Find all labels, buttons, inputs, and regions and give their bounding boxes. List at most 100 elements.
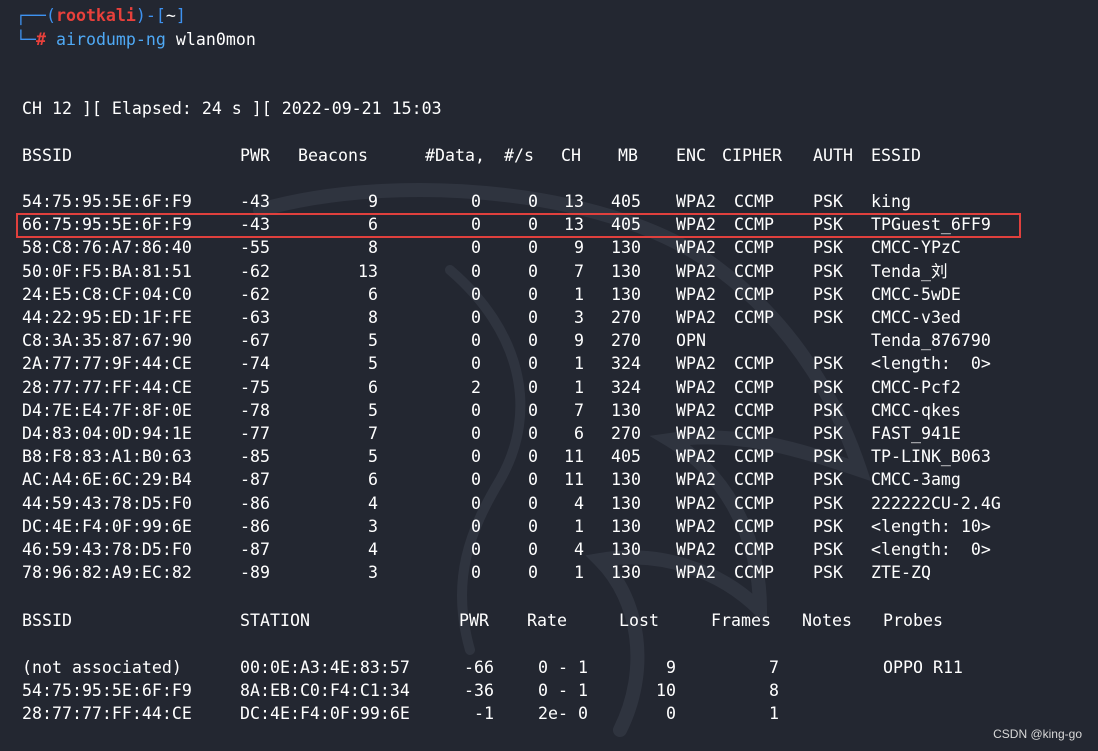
ap-cell-mb: 130 <box>611 261 641 281</box>
station-header-bssid: BSSID <box>22 611 72 630</box>
ap-cell-pwr: -63 <box>240 308 270 327</box>
ap-cell-cipher: CCMP <box>734 238 774 258</box>
ap-cell-beacons: 4 <box>368 493 378 513</box>
ap-header-auth: AUTH <box>813 146 853 165</box>
station-cell-frames: 8 <box>769 681 779 701</box>
ap-cell-beacons: 5 <box>368 447 378 467</box>
ap-header-bssid: BSSID <box>22 146 72 165</box>
ap-row: 2A:77:77:9F:44:CE -74 5 0 0 1 324 WPA2 CCMP PSK <l… <box>0 352 1098 375</box>
ap-cell-ch: 13 <box>564 192 584 211</box>
ap-cell-beacons: 13 <box>358 261 378 281</box>
ap-row: D4:83:04:0D:94:1E -77 7 0 0 6 270 WPA2 CCMP PSK FA… <box>0 422 1098 445</box>
ap-row: DC:4E:F4:0F:99:6E -86 3 0 0 1 130 WPA2 CCMP PSK <l… <box>0 515 1098 538</box>
ap-header-essid: ESSID <box>871 146 921 165</box>
ap-cell-cipher: CCMP <box>734 424 774 443</box>
ap-cell-bssid: 54:75:95:5E:6F:F9 <box>22 192 192 211</box>
ap-cell-data: 0 <box>471 238 481 258</box>
prompt-hash: # <box>35 30 46 49</box>
station-cell-station: DC:4E:F4:0F:99:6E <box>240 704 410 724</box>
ap-cell-cipher: CCMP <box>734 470 774 490</box>
ap-cell-data: 0 <box>471 470 481 490</box>
ap-cell-pwr: -43 <box>240 192 270 211</box>
ap-cell-s: 0 <box>528 424 538 443</box>
ap-cell-ch: 4 <box>574 493 584 513</box>
station-row: 54:75:95:5E:6F:F9 8A:EB:C0:F4:C1:34 -36 0 -… <box>0 679 1098 702</box>
ap-cell-s: 0 <box>528 516 538 536</box>
ap-cell-pwr: -77 <box>240 424 270 443</box>
ap-cell-auth: PSK <box>813 400 843 420</box>
ap-cell-mb: 130 <box>611 400 641 420</box>
ap-cell-cipher: CCMP <box>734 308 774 327</box>
ap-header-data: #Data, <box>425 146 485 165</box>
ap-cell-mb: 130 <box>611 563 641 583</box>
ap-cell-beacons: 5 <box>368 354 378 374</box>
station-header-row: BSSID STATION PWR Rate Lost Frames Notes… <box>0 609 1098 632</box>
ap-row: B8:F8:83:A1:B0:63 -85 5 0 0 11 405 WPA2 CCMP PSK T… <box>0 445 1098 468</box>
ap-header-row: BSSID PWR Beacons #Data, #/s CH MB ENC C… <box>0 144 1098 167</box>
station-cell-rate: 0 - 1 <box>538 681 588 701</box>
station-cell-rate: 2e- 0 <box>538 704 588 724</box>
station-cell-lost: 9 <box>666 658 676 677</box>
ap-cell-data: 0 <box>471 284 481 304</box>
ap-cell-cipher: CCMP <box>734 261 774 281</box>
ap-cell-mb: 270 <box>611 331 641 351</box>
ap-cell-ch: 4 <box>574 540 584 559</box>
ap-cell-s: 0 <box>528 470 538 490</box>
ap-cell-bssid: D4:83:04:0D:94:1E <box>22 424 192 443</box>
command-name: airodump-ng <box>55 30 166 49</box>
station-cell-pwr: -1 <box>474 704 494 724</box>
ap-cell-data: 0 <box>471 563 481 583</box>
ap-cell-beacons: 8 <box>368 308 378 327</box>
ap-cell-ch: 3 <box>574 308 584 327</box>
ap-row: 44:59:43:78:D5:F0 -86 4 0 0 4 130 WPA2 CCMP PSK 22… <box>0 492 1098 515</box>
prompt-command-line: └─# airodump-ng wlan0mon <box>16 30 256 49</box>
command-arg: wlan0mon <box>175 30 256 49</box>
ap-cell-beacons: 3 <box>368 516 378 536</box>
ap-cell-s: 0 <box>528 284 538 304</box>
station-cell-bssid: (not associated) <box>22 658 182 677</box>
ap-cell-auth: PSK <box>813 308 843 327</box>
ap-cell-mb: 405 <box>611 447 641 467</box>
ap-cell-pwr: -87 <box>240 470 270 490</box>
ap-cell-mb: 270 <box>611 308 641 327</box>
ap-cell-enc: WPA2 <box>676 540 716 559</box>
ap-cell-beacons: 5 <box>368 400 378 420</box>
ap-cell-ch: 7 <box>574 261 584 281</box>
ap-cell-bssid: 58:C8:76:A7:86:40 <box>22 238 192 258</box>
ap-cell-ch: 11 <box>564 470 584 490</box>
ap-cell-data: 0 <box>471 354 481 374</box>
ap-cell-s: 0 <box>528 308 538 327</box>
ap-cell-s: 0 <box>528 261 538 281</box>
ap-cell-beacons: 6 <box>368 284 378 304</box>
ap-row: 58:C8:76:A7:86:40 -55 8 0 0 9 130 WPA2 CCMP PSK CM… <box>0 236 1098 259</box>
ap-cell-ch: 1 <box>574 516 584 536</box>
ap-cell-cipher: CCMP <box>734 540 774 559</box>
ap-cell-mb: 130 <box>611 470 641 490</box>
station-cell-bssid: 28:77:77:FF:44:CE <box>22 704 192 724</box>
station-cell-pwr: -66 <box>464 658 494 677</box>
ap-cell-s: 0 <box>528 447 538 467</box>
terminal-window[interactable]: ┌──(rootkali)-[~] └─# airodump-ng wlan0m… <box>0 0 1098 751</box>
ap-cell-bssid: 78:96:82:A9:EC:82 <box>22 563 192 583</box>
prompt-user: rootkali <box>55 6 136 25</box>
ap-cell-s: 0 <box>528 354 538 374</box>
ap-cell-ch: 11 <box>564 447 584 467</box>
ap-cell-data: 0 <box>471 493 481 513</box>
ap-cell-pwr: -85 <box>240 447 270 467</box>
station-cell-frames: 1 <box>769 704 779 724</box>
ap-cell-pwr: -74 <box>240 354 270 374</box>
ap-cell-ch: 1 <box>574 354 584 374</box>
ap-cell-enc: WPA2 <box>676 238 716 258</box>
station-cell-station: 00:0E:A3:4E:83:57 <box>240 658 410 677</box>
ap-cell-essid: <length: 0> <box>871 354 991 374</box>
station-row: 28:77:77:FF:44:CE DC:4E:F4:0F:99:6E -1 2e- … <box>0 702 1098 725</box>
ap-cell-enc: WPA2 <box>676 261 716 281</box>
ap-cell-bssid: C8:3A:35:87:67:90 <box>22 331 192 351</box>
ap-cell-essid: Tenda_刘 <box>871 261 948 281</box>
ap-row: 46:59:43:78:D5:F0 -87 4 0 0 4 130 WPA2 CCMP PSK <l… <box>0 538 1098 561</box>
ap-cell-auth: PSK <box>813 540 843 559</box>
ap-cell-ch: 6 <box>574 424 584 443</box>
ap-row: 50:0F:F5:BA:81:51 -62 13 0 0 7 130 WPA2 CCMP PSK T… <box>0 260 1098 283</box>
ap-cell-pwr: -86 <box>240 516 270 536</box>
ap-cell-cipher: CCMP <box>734 377 774 397</box>
